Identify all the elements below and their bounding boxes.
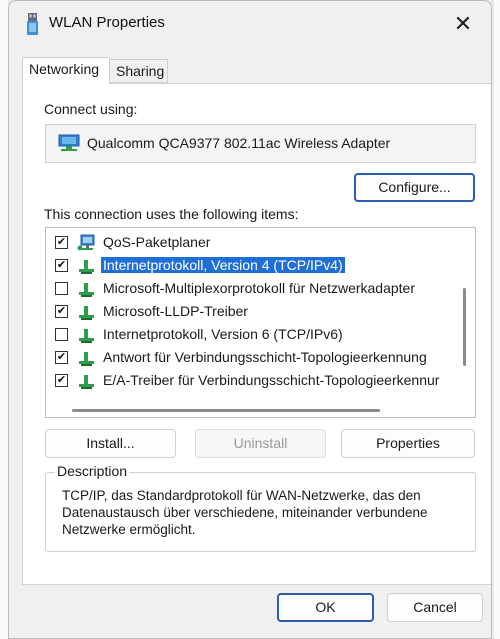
vertical-scrollbar[interactable] — [463, 288, 466, 366]
adapter-name: Qualcomm QCA9377 802.11ac Wireless Adapt… — [87, 135, 391, 151]
horizontal-scrollbar[interactable] — [72, 409, 380, 412]
network-adapter-icon — [58, 134, 80, 151]
list-item-label: Microsoft-Multiplexorprotokoll für Netzw… — [103, 280, 415, 296]
install-button[interactable]: Install... — [45, 429, 176, 458]
close-button[interactable]: ✕ — [449, 10, 477, 38]
items-label: This connection uses the following items… — [44, 206, 299, 222]
adapter-field: Qualcomm QCA9377 802.11ac Wireless Adapt… — [45, 124, 476, 163]
close-icon: ✕ — [453, 11, 473, 36]
list-item-label: Internetprotokoll, Version 6 (TCP/IPv6) — [103, 326, 343, 342]
protocol-icon — [79, 329, 94, 343]
configure-button[interactable]: Configure... — [354, 173, 475, 202]
network-adapter-icon — [27, 13, 38, 35]
checkbox[interactable]: ✔ — [55, 259, 68, 272]
uninstall-button[interactable]: Uninstall — [195, 429, 326, 458]
description-text: TCP/IP, das Standardprotokoll für WAN-Ne… — [62, 488, 428, 537]
list-item[interactable]: Internetprotokoll, Version 6 (TCP/IPv6) — [46, 324, 458, 346]
background-window-edge-right — [494, 0, 500, 639]
checkbox[interactable]: ✔ — [55, 236, 68, 249]
list-item-label: QoS-Paketplaner — [103, 234, 211, 250]
components-list[interactable]: ✔ QoS-Paketplaner ✔ Internetprotokoll, V… — [45, 227, 476, 418]
background-window-edge — [0, 0, 8, 639]
checkbox[interactable]: ✔ — [55, 374, 68, 387]
description-legend: Description — [55, 463, 130, 479]
list-item-label: Microsoft-LLDP-Treiber — [103, 303, 248, 319]
checkbox[interactable]: ✔ — [55, 351, 68, 364]
list-item[interactable]: ✔ QoS-Paketplaner — [46, 232, 458, 254]
list-item-label: Antwort für Verbindungsschicht-Topologie… — [103, 349, 427, 365]
list-item[interactable]: ✔ Antwort für Verbindungsschicht-Topolog… — [46, 347, 458, 369]
checkbox[interactable]: ✔ — [55, 305, 68, 318]
list-item[interactable]: ✔ E/A-Treiber für Verbindungsschicht-Top… — [46, 370, 458, 392]
checkbox[interactable] — [55, 282, 68, 295]
wlan-properties-dialog: WLAN Properties ✕ Networking Sharing Con… — [8, 0, 492, 639]
tab-sharing[interactable]: Sharing — [110, 59, 168, 83]
checkbox[interactable] — [55, 328, 68, 341]
list-item-label: E/A-Treiber für Verbindungsschicht-Topol… — [103, 372, 440, 388]
connect-using-label: Connect using: — [44, 101, 138, 117]
cancel-button[interactable]: Cancel — [387, 593, 483, 622]
title-bar: WLAN Properties ✕ — [9, 1, 491, 47]
protocol-icon — [79, 260, 94, 274]
list-item[interactable]: Microsoft-Multiplexorprotokoll für Netzw… — [46, 278, 458, 300]
protocol-icon — [79, 375, 94, 389]
network-monitor-icon — [77, 234, 95, 251]
list-item-selected[interactable]: ✔ Internetprotokoll, Version 4 (TCP/IPv4… — [46, 255, 458, 277]
ok-button[interactable]: OK — [277, 593, 374, 622]
window-title: WLAN Properties — [49, 14, 165, 31]
protocol-icon — [79, 352, 94, 366]
protocol-icon — [79, 306, 94, 320]
list-item-label: Internetprotokoll, Version 4 (TCP/IPv4) — [100, 256, 346, 274]
list-item[interactable]: ✔ Microsoft-LLDP-Treiber — [46, 301, 458, 323]
properties-button[interactable]: Properties — [341, 429, 475, 458]
protocol-icon — [79, 283, 94, 297]
networking-panel: Connect using: Qualcomm QCA9377 802.11ac… — [22, 83, 491, 585]
tab-networking[interactable]: Networking — [22, 57, 110, 84]
